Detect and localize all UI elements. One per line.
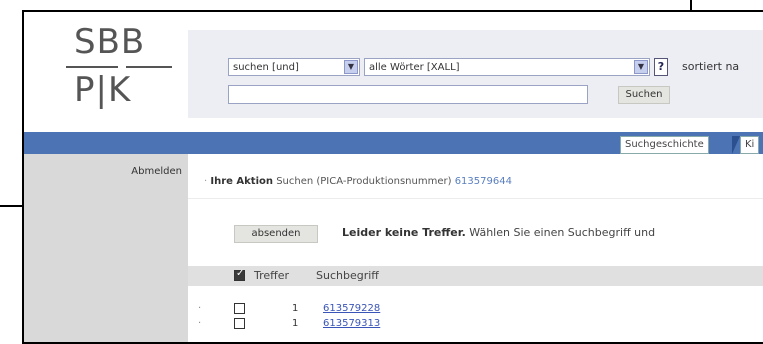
bullet-icon: · bbox=[204, 176, 208, 187]
no-results-message: Leider keine Treffer. Wählen Sie einen S… bbox=[342, 226, 655, 239]
action-label: Ihre Aktion bbox=[210, 176, 273, 187]
tab-corner-decoration bbox=[732, 136, 740, 154]
search-panel: suchen [und] ▼ alle Wörter [XALL] ▼ ? so… bbox=[188, 30, 763, 118]
tab-suchgeschichte[interactable]: Suchgeschichte bbox=[620, 136, 709, 154]
browser-frame: SBB P|K suchen [und] ▼ alle Wörter [XALL… bbox=[22, 10, 763, 344]
chevron-down-icon[interactable]: ▼ bbox=[634, 60, 648, 74]
search-field-select[interactable]: alle Wörter [XALL] ▼ bbox=[364, 58, 650, 76]
column-header-term: Suchbegriff bbox=[316, 269, 379, 282]
logo-text-bottom: P|K bbox=[74, 70, 132, 110]
search-mode-select[interactable]: suchen [und] ▼ bbox=[228, 58, 360, 76]
search-mode-value: suchen [und] bbox=[233, 62, 299, 73]
tab-next[interactable]: Ki bbox=[740, 136, 760, 154]
sort-label: sortiert na bbox=[682, 60, 740, 73]
select-all-checkbox[interactable] bbox=[234, 268, 245, 281]
row-term-link[interactable]: 613579228 bbox=[323, 303, 380, 314]
logo-rule bbox=[66, 66, 118, 68]
sidebar: Abmelden bbox=[24, 154, 188, 342]
row-checkbox[interactable] bbox=[234, 318, 245, 329]
row-hits: 1 bbox=[292, 318, 299, 329]
search-button[interactable]: Suchen bbox=[618, 86, 670, 104]
action-row: · Ihre Aktion Suchen (PICA-Produktionsnu… bbox=[204, 176, 512, 187]
sbb-pk-logo: SBB P|K bbox=[56, 22, 176, 122]
row-bullet: · bbox=[198, 303, 202, 314]
submit-button[interactable]: absenden bbox=[234, 225, 318, 243]
no-results-text: Wählen Sie einen Suchbegriff und bbox=[469, 226, 656, 239]
search-field-value: alle Wörter [XALL] bbox=[369, 62, 460, 73]
action-value-link[interactable]: 613579644 bbox=[455, 176, 512, 187]
logo-rule bbox=[126, 66, 172, 68]
column-header-hits: Treffer bbox=[254, 269, 290, 282]
row-checkbox[interactable] bbox=[234, 303, 245, 314]
logo-text-top: SBB bbox=[74, 22, 146, 62]
table-row: · 1 613579313 bbox=[188, 317, 763, 331]
divider bbox=[188, 198, 763, 199]
row-bullet: · bbox=[198, 318, 202, 329]
action-text: Suchen (PICA-Produktionsnummer) bbox=[276, 176, 452, 187]
no-results-bold: Leider keine Treffer. bbox=[342, 226, 466, 239]
row-term-link[interactable]: 613579313 bbox=[323, 318, 380, 329]
table-row: · 1 613579228 bbox=[188, 302, 763, 316]
main-content: · Ihre Aktion Suchen (PICA-Produktionsnu… bbox=[188, 154, 763, 342]
logout-link[interactable]: Abmelden bbox=[131, 166, 182, 177]
table-header: Treffer Suchbegriff bbox=[188, 266, 763, 286]
chevron-down-icon[interactable]: ▼ bbox=[344, 60, 358, 74]
search-input[interactable] bbox=[228, 85, 588, 104]
outer-frame-line bbox=[0, 205, 24, 207]
help-button[interactable]: ? bbox=[654, 58, 668, 76]
row-hits: 1 bbox=[292, 303, 299, 314]
